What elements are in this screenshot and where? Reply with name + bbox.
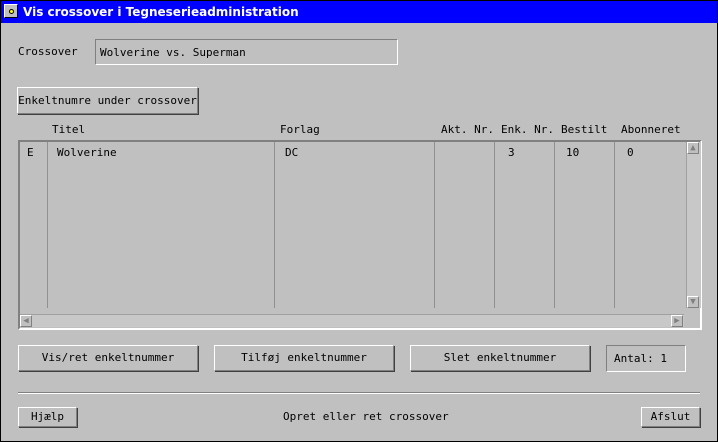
scroll-down-icon[interactable]: ▼: [687, 296, 699, 308]
crossover-field-value: Wolverine vs. Superman: [100, 46, 246, 59]
header-bestilt: Bestilt: [561, 123, 608, 136]
scroll-up-icon[interactable]: ▲: [687, 142, 699, 154]
antal-box: Antal: 1: [606, 345, 686, 372]
antal-count: Antal: 1: [614, 352, 667, 365]
column-divider: [554, 142, 555, 308]
table-row[interactable]: E Wolverine DC 3 10 0: [20, 142, 684, 162]
header-abonneret: Abonneret: [621, 123, 681, 136]
scroll-right-icon[interactable]: ▶: [671, 315, 683, 327]
separator: [18, 392, 700, 394]
header-titel: Titel: [52, 123, 86, 136]
column-divider: [47, 142, 48, 308]
crossover-field[interactable]: Wolverine vs. Superman: [95, 39, 398, 65]
header-forlag: Forlag: [280, 123, 320, 136]
window-title: Vis crossover i Tegneserieadministration: [23, 5, 299, 19]
cell-forlag: DC: [285, 146, 299, 159]
horizontal-scrollbar[interactable]: ◀ ▶: [20, 314, 684, 327]
header-akt-nr: Akt. Nr.: [441, 123, 494, 136]
crossover-table: E Wolverine DC 3 10 0 ▲ ▼ ◀ ▶: [18, 140, 702, 330]
column-divider: [274, 142, 275, 308]
vertical-scrollbar[interactable]: ▲ ▼: [686, 142, 701, 308]
help-button[interactable]: Hjælp: [18, 407, 77, 427]
cell-abonneret: 0: [627, 146, 634, 159]
cell-bestilt: 10: [566, 146, 580, 159]
cell-titel: Wolverine: [57, 146, 117, 159]
scroll-left-icon[interactable]: ◀: [20, 315, 32, 327]
column-divider: [494, 142, 495, 308]
title-bar: Vis crossover i Tegneserieadministration: [1, 1, 717, 23]
afslut-button[interactable]: Afslut: [641, 407, 700, 427]
column-divider: [614, 142, 615, 308]
enkeltnumre-button[interactable]: Enkeltnumre under crossover: [17, 87, 198, 114]
vis-ret-button[interactable]: Vis/ret enkeltnummer: [18, 345, 198, 371]
window-menu-icon[interactable]: [4, 4, 18, 18]
main-window: Vis crossover i Tegneserieadministration…: [0, 0, 718, 442]
header-enk-nr: Enk. Nr.: [501, 123, 554, 136]
tilfoej-button[interactable]: Tilføj enkeltnummer: [214, 345, 394, 371]
row-marker: E: [27, 146, 34, 159]
slet-button[interactable]: Slet enkeltnummer: [410, 345, 590, 371]
status-text: Opret eller ret crossover: [283, 410, 449, 423]
crossover-label: Crossover: [18, 45, 78, 58]
column-divider: [434, 142, 435, 308]
cell-enk-nr: 3: [508, 146, 515, 159]
